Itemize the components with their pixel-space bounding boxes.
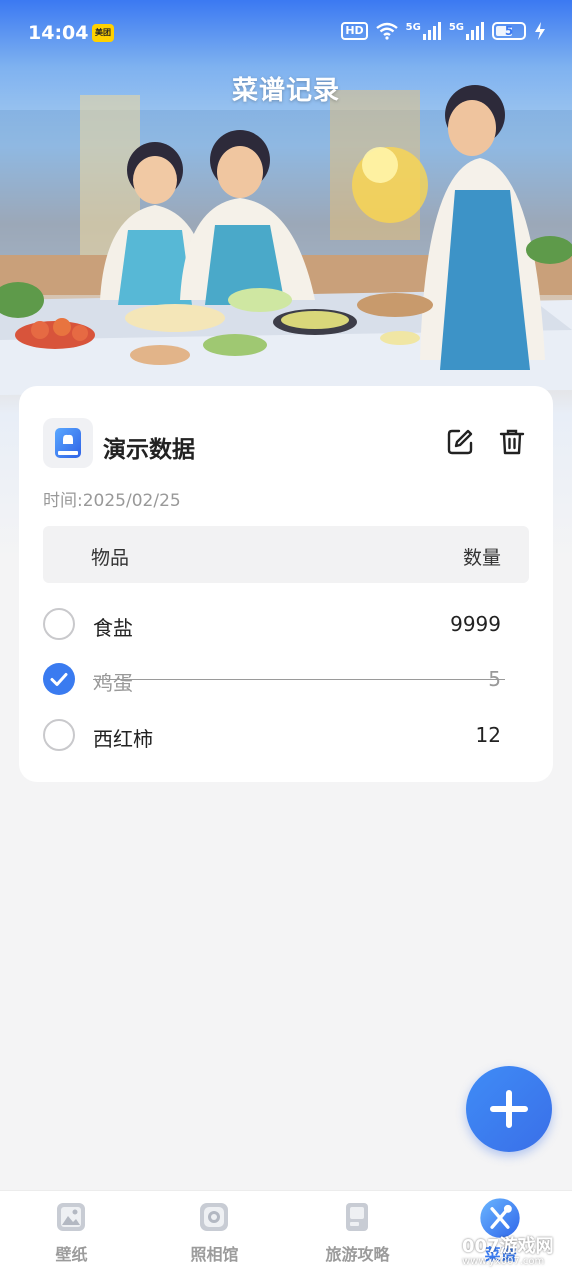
battery-level: 5 <box>504 24 514 38</box>
list-item[interactable]: 西红柿 12 <box>43 713 529 757</box>
watermark-url: www.yx007.com <box>462 1256 545 1267</box>
item-name: 食盐 <box>93 616 133 640</box>
network-5g-label-2: 5G <box>448 22 464 33</box>
edit-icon[interactable] <box>445 427 475 457</box>
tab-travel-guide[interactable]: 旅游攻略 <box>286 1191 429 1279</box>
column-header-item: 物品 <box>91 547 130 569</box>
item-name: 西红柿 <box>93 727 153 751</box>
item-name: 鸡蛋 <box>93 671 133 695</box>
tab-photo-studio[interactable]: 照相馆 <box>143 1191 286 1279</box>
record-time-label: 时间: <box>43 491 83 511</box>
strikethrough-line <box>93 679 505 680</box>
list-item[interactable]: 食盐 9999 <box>43 602 529 646</box>
tab-label: 照相馆 <box>190 1245 239 1264</box>
record-title: 演示数据 <box>103 437 195 463</box>
signal-icon-2 <box>466 22 484 40</box>
site-watermark: 007游戏网 www.yx007.com <box>462 1232 554 1267</box>
recipe-record-card[interactable]: 演示数据 时间:2025/02/25 物品 数量 食盐 9999 鸡蛋 5 西红… <box>19 386 553 782</box>
add-record-button[interactable] <box>466 1066 552 1152</box>
status-indicators: HD 5G 5G 5 <box>341 22 546 40</box>
item-quantity: 9999 <box>450 612 501 636</box>
status-time: 14:04 <box>28 22 89 44</box>
charging-icon <box>535 22 545 40</box>
battery-icon: 5 <box>492 22 526 40</box>
watermark-text: 007游戏网 <box>462 1236 554 1257</box>
signal-icon-1 <box>422 22 441 40</box>
item-quantity: 12 <box>475 723 501 747</box>
camera-icon <box>200 1203 228 1231</box>
item-checkbox[interactable] <box>43 663 75 695</box>
record-time: 时间:2025/02/25 <box>43 486 181 511</box>
meituan-notification-icon: 美团 <box>92 24 114 42</box>
tab-label: 旅游攻略 <box>325 1245 390 1264</box>
item-checkbox[interactable] <box>43 719 75 751</box>
plus-icon <box>490 1090 528 1128</box>
list-item[interactable]: 鸡蛋 5 <box>43 657 529 701</box>
travel-guide-icon <box>346 1203 368 1231</box>
checkmark-icon <box>50 673 68 686</box>
network-5g-label-1: 5G <box>405 22 421 33</box>
table-header: 物品 数量 <box>43 526 529 583</box>
hd-voice-icon: HD <box>341 22 368 40</box>
status-bar: 14:04 美团 HD 5G 5G 5 <box>0 0 572 68</box>
wifi-icon <box>375 22 398 40</box>
column-header-quantity: 数量 <box>462 547 501 569</box>
tab-wallpaper[interactable]: 壁纸 <box>0 1191 143 1279</box>
tab-label: 壁纸 <box>55 1245 88 1264</box>
record-time-value: 2025/02/25 <box>82 491 181 511</box>
delete-icon[interactable] <box>497 427 527 457</box>
item-checkbox[interactable] <box>43 608 75 640</box>
recipe-book-icon <box>43 418 93 468</box>
page-title: 菜谱记录 <box>231 76 340 106</box>
wallpaper-icon <box>57 1203 85 1231</box>
